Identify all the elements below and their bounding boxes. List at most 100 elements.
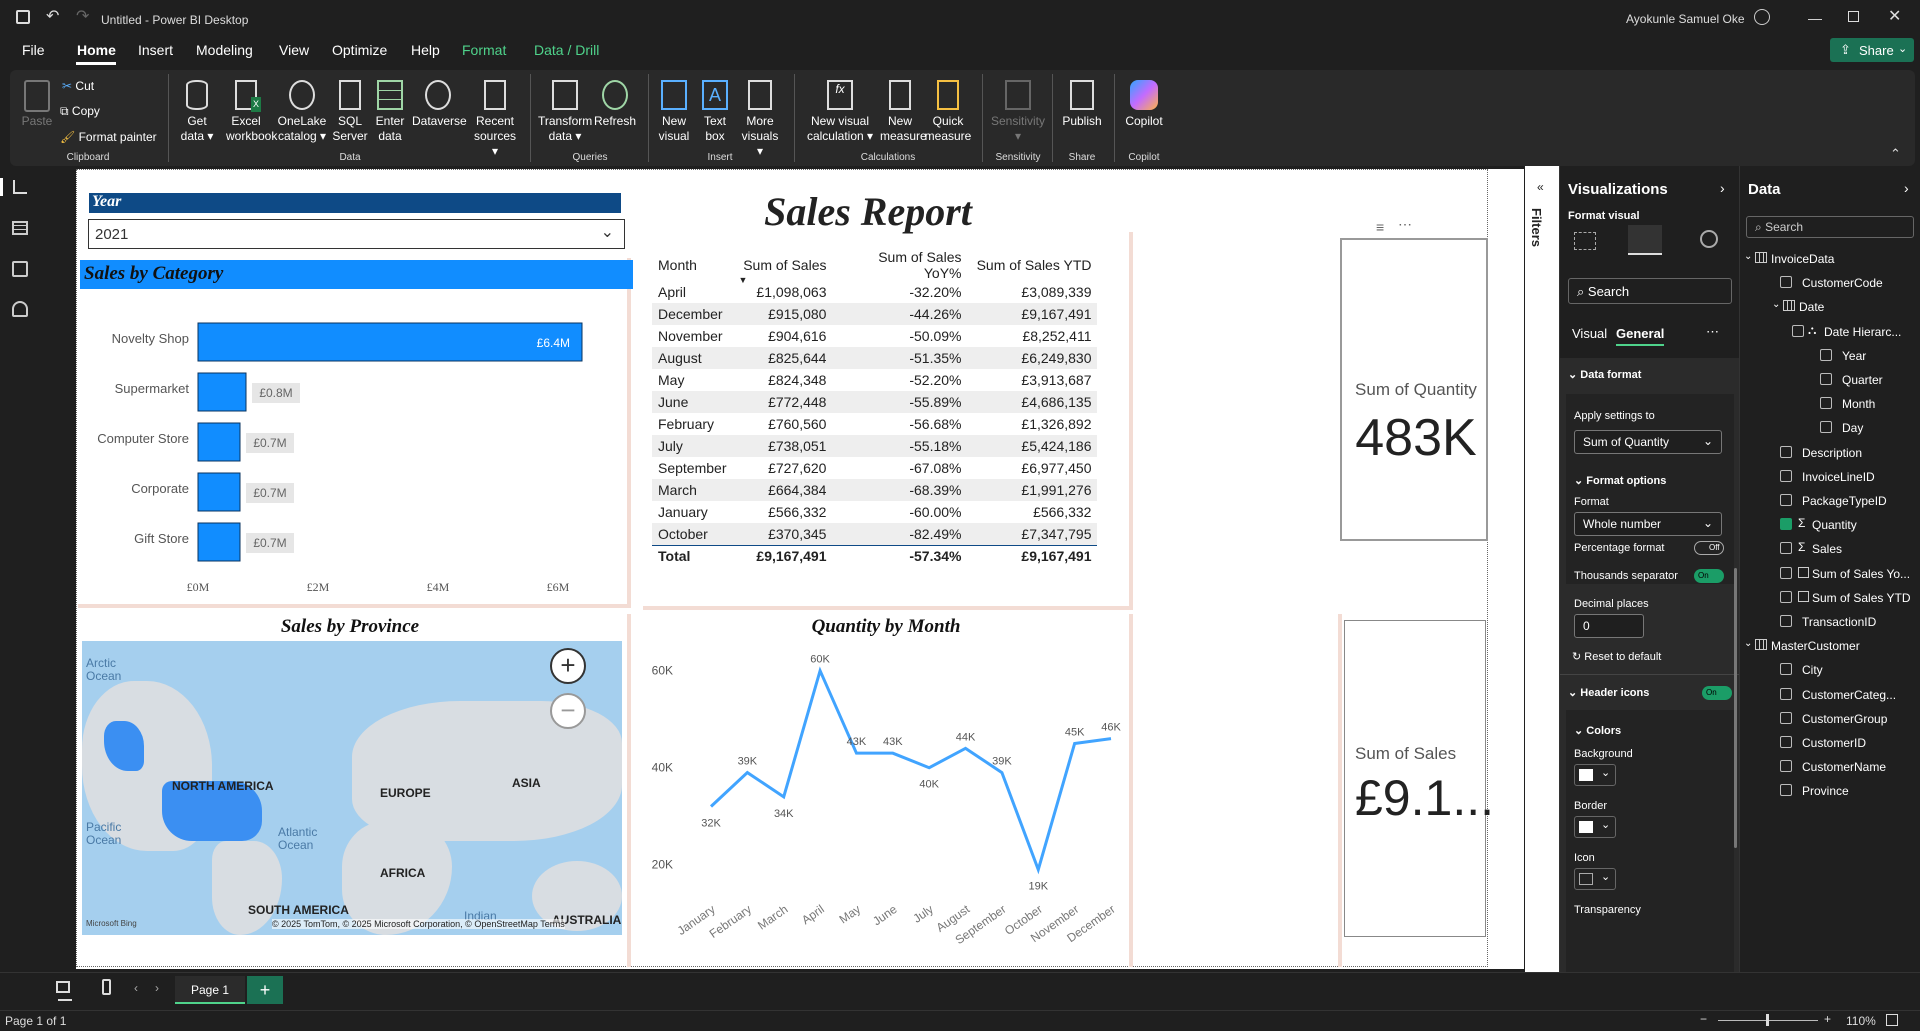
- checkbox[interactable]: [1780, 615, 1792, 627]
- percentage-toggle[interactable]: Off: [1694, 541, 1724, 555]
- next-page-icon[interactable]: ›: [155, 981, 159, 995]
- tab-general[interactable]: General: [1616, 326, 1664, 341]
- enter-data-button[interactable]: Enter data: [372, 80, 408, 144]
- table-row[interactable]: February £760,560 -56.68% £1,326,892: [652, 413, 1097, 435]
- field-item[interactable]: Σ Quantity: [1740, 514, 1920, 536]
- field-item[interactable]: CustomerCode: [1740, 272, 1920, 294]
- checkbox[interactable]: [1780, 469, 1792, 482]
- checkbox[interactable]: [1780, 494, 1792, 506]
- province-map[interactable]: Arctic Ocean NORTH AMERICA EUROPE ASIA P…: [82, 641, 622, 935]
- checkbox[interactable]: [1780, 687, 1792, 700]
- table-row[interactable]: November £904,616 -50.09% £8,252,411: [652, 325, 1097, 347]
- share-button[interactable]: ⇪ Share ⌄: [1830, 38, 1914, 62]
- checkbox[interactable]: [1820, 348, 1832, 361]
- field-item[interactable]: Month: [1740, 393, 1920, 415]
- format-dropdown[interactable]: Whole number ⌄: [1574, 512, 1722, 536]
- sensitivity-button[interactable]: Sensitivity ▾: [988, 80, 1048, 144]
- report-view-icon[interactable]: [13, 180, 27, 194]
- field-item[interactable]: CustomerCateg...: [1740, 684, 1920, 706]
- filters-pane-collapsed[interactable]: « Filters: [1525, 166, 1559, 972]
- zoom-slider-thumb[interactable]: [1766, 1014, 1769, 1026]
- minimize-icon[interactable]: —: [1808, 10, 1822, 26]
- bar[interactable]: [197, 472, 241, 512]
- quick-measure-button[interactable]: Quick measure: [922, 80, 974, 144]
- bar[interactable]: [197, 422, 241, 462]
- recent-sources-button[interactable]: Recent sources ▾: [470, 80, 520, 159]
- publish-button[interactable]: Publish: [1060, 80, 1104, 129]
- table-row[interactable]: October £370,345 -82.49% £7,347,795: [652, 523, 1098, 545]
- save-icon[interactable]: [16, 10, 30, 24]
- zoom-out-button[interactable]: −: [550, 693, 586, 729]
- viz-search-input[interactable]: ⌕ Search: [1568, 278, 1732, 304]
- field-item[interactable]: CustomerGroup: [1740, 708, 1920, 730]
- format-options-section[interactable]: ⌄ Format options: [1574, 474, 1666, 487]
- expand-icon[interactable]: «: [1537, 180, 1544, 194]
- field-item[interactable]: ⌄ MasterCustomer: [1740, 635, 1920, 657]
- prev-page-icon[interactable]: ‹: [134, 981, 138, 995]
- quantity-card[interactable]: Sum of Quantity 483K: [1340, 238, 1488, 541]
- table-row[interactable]: August £825,644 -51.35% £6,249,830: [652, 347, 1098, 369]
- col-header[interactable]: Sum of Sales YoY%: [832, 249, 967, 281]
- menu-view[interactable]: View: [279, 42, 309, 58]
- model-view-icon[interactable]: [12, 261, 28, 277]
- menu-optimize[interactable]: Optimize: [332, 42, 387, 58]
- field-item[interactable]: Description: [1740, 442, 1920, 464]
- colors-section[interactable]: ⌄ Colors: [1574, 724, 1621, 737]
- collapse-ribbon-icon[interactable]: ⌃: [1890, 146, 1901, 162]
- col-header[interactable]: Sum of Sales ▼: [732, 249, 832, 285]
- undo-icon[interactable]: ↶: [46, 6, 59, 26]
- quantity-line-chart[interactable]: 20K40K60K32KJanuary39KFebruary34KMarch60…: [643, 639, 1133, 959]
- field-item[interactable]: Year: [1740, 345, 1920, 367]
- desktop-layout-icon[interactable]: [56, 981, 70, 993]
- field-item[interactable]: Σ Sales: [1740, 538, 1920, 560]
- checkbox[interactable]: [1780, 784, 1792, 797]
- field-item[interactable]: PackageTypeID: [1740, 490, 1920, 512]
- format-visual-icon[interactable]: [1628, 225, 1662, 255]
- avatar[interactable]: [1754, 9, 1770, 25]
- table-row[interactable]: September £727,620 -67.08% £6,977,450: [652, 457, 1097, 479]
- field-item[interactable]: Quarter: [1740, 369, 1920, 391]
- mobile-layout-icon[interactable]: [102, 979, 111, 995]
- cut-button[interactable]: ✂ Cut: [62, 79, 94, 94]
- text-box-button[interactable]: A Text box: [698, 80, 732, 144]
- new-visual-calculation-button[interactable]: fx New visual calculation ▾: [802, 80, 878, 144]
- checkbox[interactable]: [1820, 421, 1832, 434]
- decimal-places-input[interactable]: 0: [1574, 614, 1644, 638]
- new-measure-button[interactable]: New measure: [880, 80, 927, 144]
- chevron-right-icon[interactable]: ›: [1720, 180, 1725, 196]
- more-visuals-button[interactable]: More visuals ▾: [738, 80, 782, 159]
- field-item[interactable]: CustomerID: [1740, 732, 1920, 754]
- field-item[interactable]: ⛬ Date Hierarc...: [1740, 321, 1920, 343]
- col-header[interactable]: Sum of Sales YTD: [967, 249, 1097, 281]
- checkbox[interactable]: [1780, 566, 1792, 579]
- col-header[interactable]: Month: [652, 249, 732, 281]
- reset-to-default-button[interactable]: ↻ Reset to default: [1572, 650, 1661, 663]
- header-icons-toggle[interactable]: On: [1702, 686, 1732, 700]
- fit-to-page-icon[interactable]: [1886, 1014, 1898, 1026]
- dataverse-button[interactable]: Dataverse: [412, 80, 467, 129]
- checkbox[interactable]: [1780, 518, 1792, 531]
- zoom-out-icon[interactable]: −: [1700, 1012, 1707, 1026]
- table-row[interactable]: April £1,098,063 -32.20% £3,089,339: [652, 281, 1097, 303]
- field-item[interactable]: ⌄ InvoiceData: [1740, 248, 1920, 270]
- bar[interactable]: [197, 372, 247, 412]
- quantity-series-line[interactable]: [709, 666, 1112, 875]
- field-item[interactable]: InvoiceLineID: [1740, 466, 1920, 488]
- bar[interactable]: [197, 522, 241, 562]
- bar[interactable]: [197, 322, 583, 362]
- data-search-input[interactable]: ⌕ Search: [1746, 216, 1914, 238]
- border-color-picker[interactable]: ⌄: [1574, 816, 1616, 838]
- transform-data-button[interactable]: Transform data ▾: [538, 80, 592, 144]
- menu-insert[interactable]: Insert: [138, 42, 173, 58]
- format-painter-button[interactable]: 🖌 Format painter: [60, 130, 157, 145]
- menu-data-drill[interactable]: Data / Drill: [534, 42, 599, 58]
- menu-home[interactable]: Home: [77, 42, 116, 58]
- category-bar-chart[interactable]: Novelty Shop £6.4M Supermarket £0.8M Compute…: [80, 291, 632, 607]
- field-item[interactable]: ⌄ Date: [1740, 296, 1920, 318]
- sql-server-button[interactable]: SQL Server: [332, 80, 368, 144]
- get-data-button[interactable]: Get data ▾: [178, 80, 216, 144]
- checkbox[interactable]: [1780, 590, 1792, 603]
- table-row[interactable]: July £738,051 -55.18% £5,424,186: [652, 435, 1098, 457]
- dax-query-view-icon[interactable]: [12, 301, 28, 317]
- table-view-icon[interactable]: [12, 221, 28, 235]
